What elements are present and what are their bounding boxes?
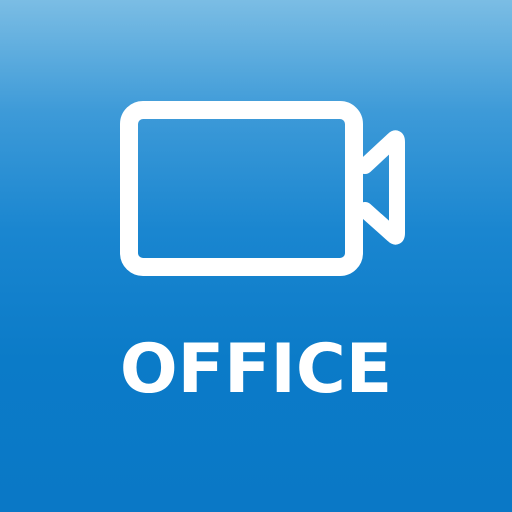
app-icon-tile[interactable]: OFFICE [0, 0, 512, 512]
app-label: OFFICE [119, 330, 393, 409]
video-camera-icon [120, 101, 405, 276]
camera-body [120, 101, 363, 276]
camera-lens [357, 130, 405, 245]
